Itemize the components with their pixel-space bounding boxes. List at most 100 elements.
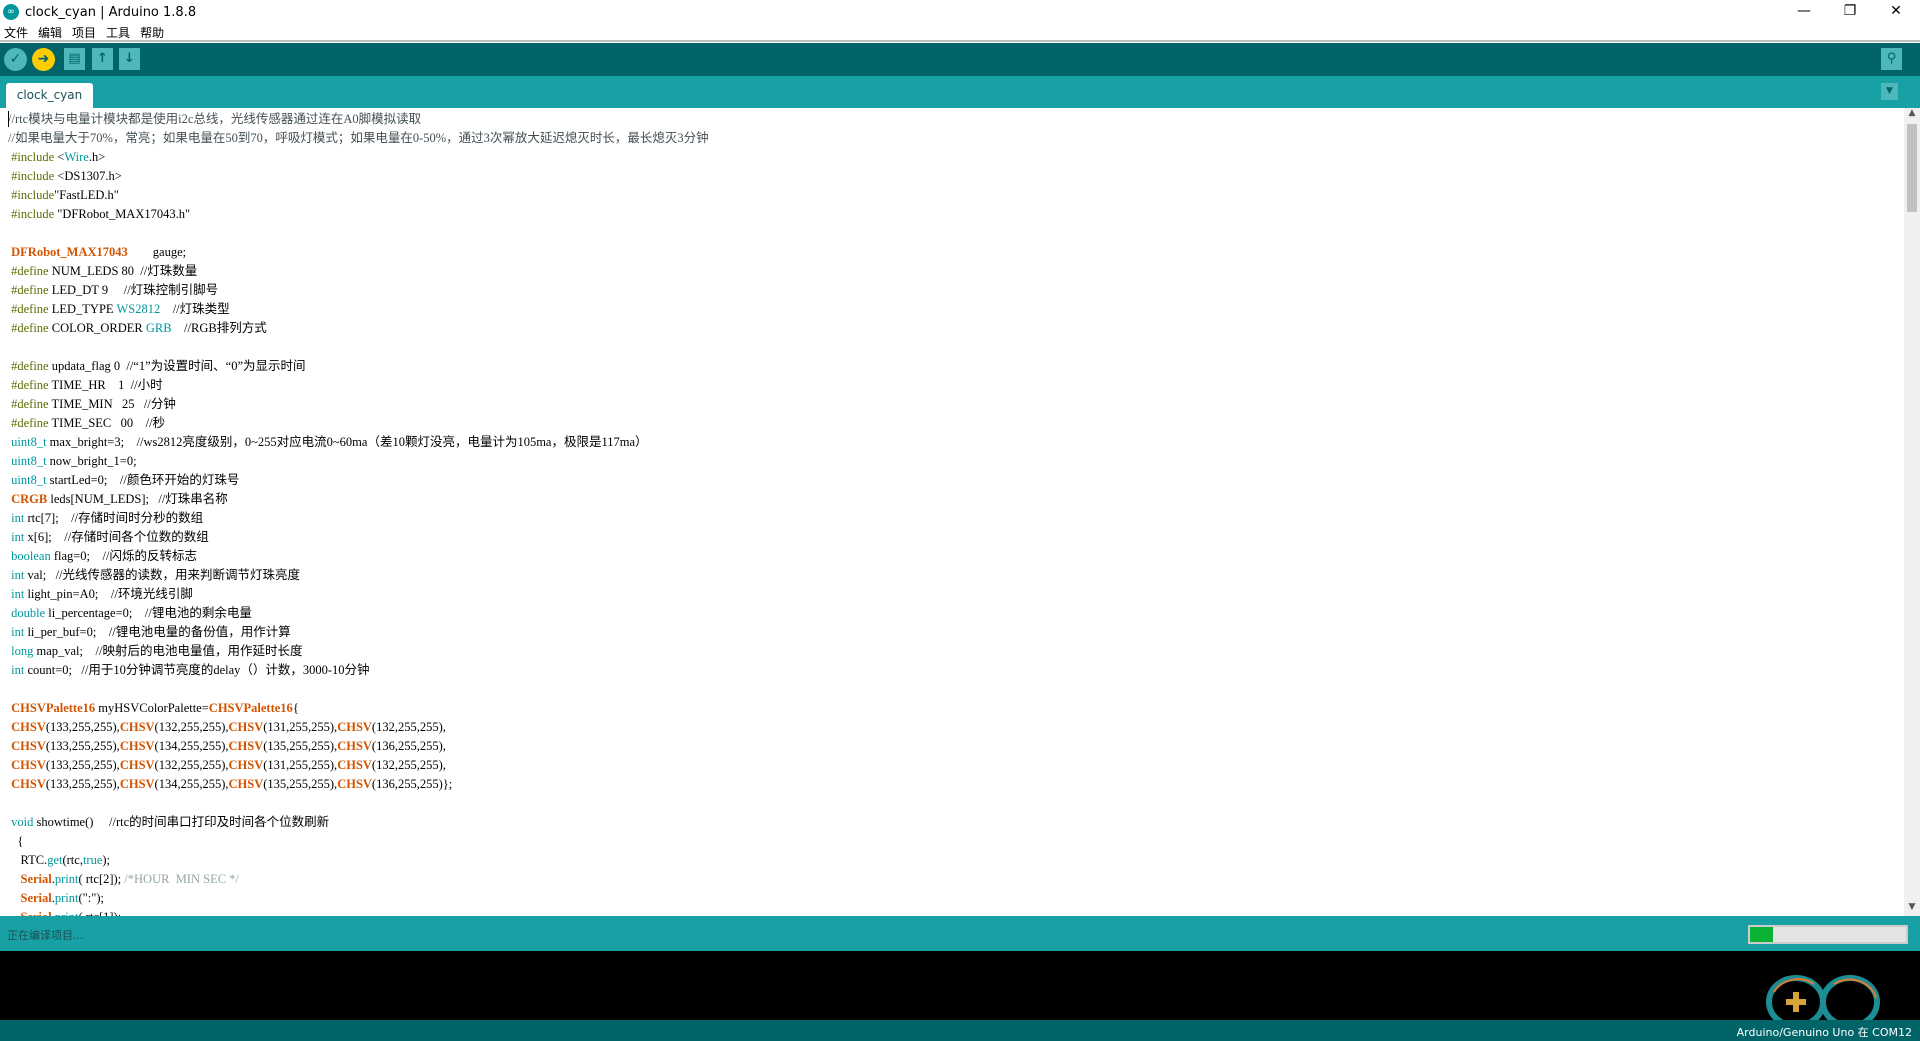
code-token: RTC. [8, 853, 48, 867]
code-token: CHSV [228, 777, 264, 791]
menu-edit[interactable]: 编辑 [38, 24, 62, 41]
scroll-down-icon[interactable]: ▼ [1904, 902, 1920, 916]
code-line: int x[6]; //存储时间各个位数的数组 [0, 528, 1904, 547]
code-line: Serial.print(":"); [0, 889, 1904, 908]
code-token: .h> [88, 150, 106, 164]
code-token: TIME_HR 1 //小时 [51, 378, 163, 392]
code-token: (131,255,255), [263, 758, 338, 772]
code-line: #include"FastLED.h" [0, 186, 1904, 205]
code-token: (133,255,255), [45, 777, 120, 791]
tab-menu-dropdown-icon[interactable]: ▼ [1881, 83, 1898, 100]
toolbar: ✓ ➜ ▤ ↑ ↓ ⚲ [0, 43, 1920, 76]
serial-monitor-button[interactable]: ⚲ [1881, 48, 1902, 70]
arduino-app-icon: ∞ [3, 4, 19, 20]
code-line: int light_pin=A0; //环境光线引脚 [0, 585, 1904, 604]
menu-file[interactable]: 文件 [4, 24, 28, 41]
code-token: leds[NUM_LEDS]; //灯珠串名称 [47, 492, 228, 506]
code-token: CHSV [337, 720, 372, 734]
code-token: WS2812 [116, 302, 161, 316]
code-token: CHSV [119, 720, 155, 734]
minimize-button[interactable]: — [1781, 0, 1827, 24]
code-token: <DS1307.h> [57, 169, 122, 183]
code-token: (132,255,255), [371, 758, 446, 772]
code-token: (135,255,255), [263, 777, 338, 791]
code-line: uint8_t startLed=0; //颜色环开始的灯珠号 [0, 471, 1904, 490]
code-token: CHSV [119, 758, 155, 772]
code-line: Serial.print( rtc[2]); /*HOUR MIN SEC */ [0, 870, 1904, 889]
console-output[interactable] [0, 951, 1920, 1020]
code-token: CHSV [8, 758, 46, 772]
code-token: max_bright=3; //ws2812亮度级别，0~255对应电流0~60… [46, 435, 648, 449]
code-line: double li_percentage=0; //锂电池的剩余电量 [0, 604, 1904, 623]
verify-button[interactable]: ✓ [4, 48, 27, 71]
scroll-up-icon[interactable]: ▲ [1904, 108, 1920, 122]
new-sketch-button[interactable]: ▤ [64, 48, 85, 70]
code-line: RTC.get(rtc,true); [0, 851, 1904, 870]
vertical-scrollbar[interactable]: ▲ ▼ [1904, 108, 1920, 916]
close-button[interactable]: ✕ [1873, 0, 1919, 24]
code-token: #define [8, 397, 52, 411]
code-token: #define [8, 264, 52, 278]
code-token: NUM_LEDS 80 //灯珠数量 [51, 264, 198, 278]
code-line: #define TIME_HR 1 //小时 [0, 376, 1904, 395]
code-line: #define TIME_SEC 00 //秒 [0, 414, 1904, 433]
code-line: CRGB leds[NUM_LEDS]; //灯珠串名称 [0, 490, 1904, 509]
status-message: 正在编译项目... [7, 929, 84, 942]
code-line: #include "DFRobot_MAX17043.h" [0, 205, 1904, 224]
code-line: long map_val; //映射后的电池电量值，用作延时长度 [0, 642, 1904, 661]
code-token: long [8, 644, 34, 658]
code-token: #include [8, 150, 58, 164]
menu-sketch[interactable]: 项目 [72, 24, 96, 41]
code-token: val; //光线传感器的读数，用来判断调节灯珠亮度 [24, 568, 301, 582]
code-token: #include [8, 169, 58, 183]
code-token: (132,255,255), [154, 720, 229, 734]
code-token: CHSV [8, 739, 46, 753]
code-token: print [54, 872, 79, 886]
code-editor[interactable]: //rtc模块与电量计模块都是使用i2c总线，光线传感器通过连在A0脚模拟读取 /… [0, 108, 1904, 916]
tab-clock-cyan[interactable]: clock_cyan [6, 83, 93, 108]
code-token: uint8_t [8, 435, 47, 449]
open-button[interactable]: ↑ [92, 48, 113, 70]
code-token: #include [8, 188, 55, 202]
code-token: //RGB排列方式 [171, 321, 267, 335]
code-token: updata_flag 0 //“1”为设置时间、“0”为显示时间 [51, 359, 306, 373]
code-token: CHSVPalette16 [8, 701, 96, 715]
code-token: (rtc, [62, 853, 83, 867]
code-token: GRB [145, 321, 172, 335]
code-token: CHSV [8, 720, 46, 734]
code-token: /*HOUR MIN SEC */ [124, 872, 239, 886]
code-token: //灯珠类型 [160, 302, 230, 316]
menu-tools[interactable]: 工具 [106, 24, 130, 41]
code-token: COLOR_ORDER [51, 321, 146, 335]
scrollbar-thumb[interactable] [1907, 124, 1917, 212]
code-token: CHSV [337, 777, 372, 791]
code-token: li_percentage=0; //锂电池的剩余电量 [45, 606, 252, 620]
code-token: CHSVPalette16 [208, 701, 293, 715]
upload-button[interactable]: ➜ [32, 48, 55, 71]
code-token: CRGB [8, 492, 48, 506]
code-line: CHSV(133,255,255),CHSV(134,255,255),CHSV… [0, 775, 1904, 794]
code-line: Serial.print( rtc[1]); [0, 908, 1904, 916]
code-token: CHSV [8, 777, 46, 791]
code-token: double [8, 606, 46, 620]
title-bar: ∞ clock_cyan | Arduino 1.8.8 — ❐ ✕ [0, 0, 1920, 24]
save-button[interactable]: ↓ [119, 48, 140, 70]
code-line: uint8_t now_bright_1=0; [0, 452, 1904, 471]
code-token: uint8_t [8, 454, 47, 468]
code-token: int [8, 663, 25, 677]
code-line: CHSVPalette16 myHSVColorPalette=CHSVPale… [0, 699, 1904, 718]
code-token: (133,255,255), [45, 739, 120, 753]
menu-help[interactable]: 帮助 [140, 24, 164, 41]
code-line: CHSV(133,255,255),CHSV(132,255,255),CHSV… [0, 718, 1904, 737]
code-token: { [8, 834, 24, 848]
code-line: int rtc[7]; //存储时间时分秒的数组 [0, 509, 1904, 528]
code-token: int [8, 530, 25, 544]
code-line: #define LED_TYPE WS2812 //灯珠类型 [0, 300, 1904, 319]
code-token: DFRobot_MAX17043 [8, 245, 128, 259]
code-token: (133,255,255), [45, 758, 120, 772]
restore-button[interactable]: ❐ [1827, 0, 1873, 24]
code-token: (132,255,255), [154, 758, 229, 772]
code-token: (136,255,255), [371, 739, 446, 753]
